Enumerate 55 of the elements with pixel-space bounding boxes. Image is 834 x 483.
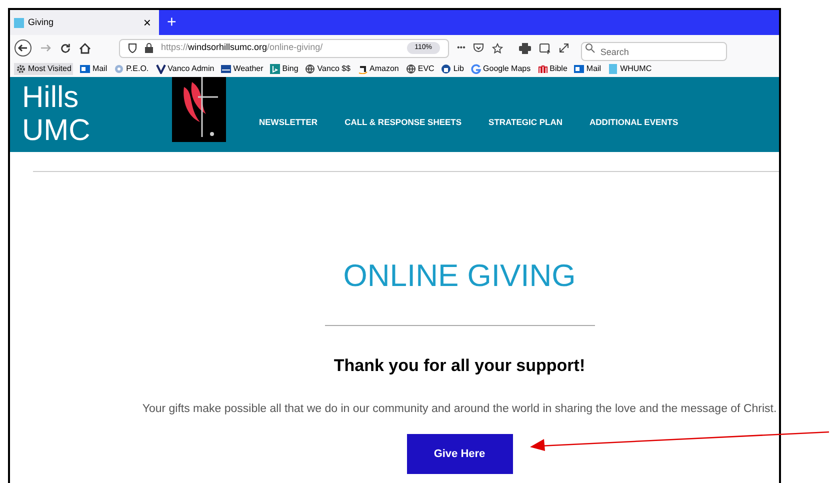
bookmark[interactable]: Lib (441, 63, 464, 75)
bookmark[interactable]: P.E.O. (114, 63, 149, 75)
lock-icon (145, 43, 153, 53)
tab-title: Giving (28, 16, 55, 29)
bookmark[interactable]: Bible (538, 63, 568, 75)
close-tab-button[interactable]: × (139, 16, 155, 29)
bookmark[interactable]: Google Maps (471, 63, 531, 75)
bookmark[interactable]: Mail (80, 63, 108, 75)
bookmark[interactable]: Amazon (358, 63, 399, 75)
expand-icon[interactable] (559, 43, 570, 53)
url-text: https://windsorhillsumc.org/online-giving/ (161, 41, 324, 54)
globe-icon (406, 64, 416, 74)
screenshot-icon[interactable] (539, 42, 552, 54)
nav-link[interactable]: NEWSLETTER (259, 116, 318, 129)
site-name: Hills (22, 81, 80, 114)
mail-app-icon (80, 64, 90, 74)
nav-link[interactable]: ADDITIONAL EVENTS (590, 116, 678, 129)
page-heading: ONLINE GIVING (343, 260, 576, 291)
globe-icon (305, 64, 316, 74)
search-field[interactable]: Search (581, 42, 728, 61)
weather-icon (221, 64, 232, 74)
nav-link[interactable]: CALL & RESPONSE SHEETS (344, 116, 462, 129)
emblem-icon (114, 64, 124, 74)
gear-icon (16, 64, 26, 74)
paragraph: Your gifts make possible all that we do in our community and around the world in sharing the love and the message of Christ. (142, 402, 777, 416)
new-tab-button[interactable]: + (159, 10, 184, 35)
bookmark[interactable]: Most Visited (14, 63, 74, 75)
bookmark[interactable]: EVC (406, 63, 434, 75)
bookmark[interactable]: Weather (221, 63, 264, 75)
star-icon[interactable] (492, 42, 504, 54)
reload-icon[interactable] (60, 42, 71, 54)
google-icon (471, 64, 482, 74)
site-icon (608, 64, 618, 74)
bookmark[interactable]: Mail (574, 63, 602, 75)
subheading: Thank you for all your support! (334, 355, 586, 377)
amazon-icon (358, 64, 368, 74)
site-name: UMC (22, 114, 90, 147)
bookmark[interactable]: Vanco Admin (156, 63, 214, 75)
pocket-icon[interactable] (473, 43, 484, 53)
bing-icon (270, 64, 280, 74)
more-button[interactable]: ••• (457, 42, 466, 54)
bookmark[interactable]: Vanco $$ (305, 63, 351, 75)
cross-flame-logo (172, 77, 226, 142)
home-icon[interactable] (79, 42, 91, 54)
search-icon (585, 42, 596, 52)
shield-icon (128, 43, 137, 53)
bookmark[interactable]: WHUMC (608, 63, 652, 75)
browser-tab[interactable]: Giving × (10, 10, 159, 35)
bookmark[interactable]: Bing (270, 63, 298, 75)
give-here-button[interactable]: Give Here (406, 434, 512, 474)
nav-link[interactable]: STRATEGIC PLAN (488, 116, 563, 129)
mail-app-icon (574, 64, 584, 74)
site-icon (14, 18, 24, 28)
v-logo-icon (156, 64, 166, 74)
back-icon[interactable] (14, 39, 32, 57)
